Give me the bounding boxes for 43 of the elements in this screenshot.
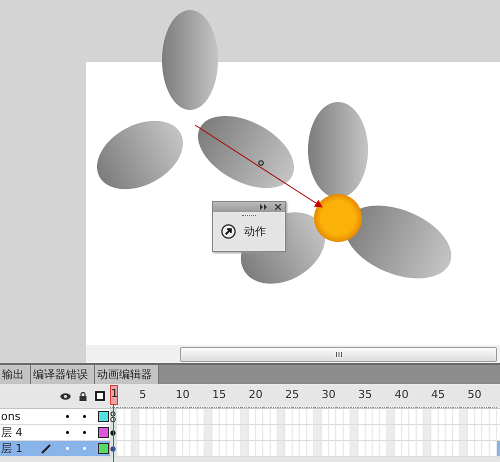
frame-number: 20	[248, 388, 263, 401]
frame-number: 35	[358, 388, 372, 401]
eye-icon[interactable]	[60, 392, 71, 400]
layer-row[interactable]: 层 4	[0, 425, 500, 441]
panel-tab[interactable]: 编译器错误	[31, 365, 95, 384]
layer-color-swatch[interactable]	[98, 411, 109, 422]
frame-number: 15	[212, 388, 226, 401]
frame-number: 40	[394, 388, 409, 401]
panel-tab[interactable]: 动画编辑器	[95, 365, 159, 384]
layer-name: 层 1	[1, 441, 24, 456]
layer-color-swatch[interactable]	[98, 427, 109, 438]
grip-icon[interactable]	[242, 215, 256, 218]
visibility-dot[interactable]	[66, 431, 69, 434]
frame-number: 45	[431, 388, 446, 401]
visibility-dot[interactable]	[66, 447, 69, 450]
frame-number: 5	[139, 388, 146, 401]
frame-number: 25	[285, 388, 300, 401]
actions-button[interactable]: 动作	[213, 220, 285, 243]
lock-dot[interactable]	[83, 447, 86, 450]
expand-icon[interactable]	[260, 204, 268, 210]
panel-tab[interactable]: 输出	[0, 365, 31, 384]
layer-color-swatch[interactable]	[98, 443, 109, 454]
grip-icon	[336, 352, 342, 356]
layer-row[interactable]: ons	[0, 409, 500, 425]
playhead-line	[113, 404, 114, 462]
layer-name: 层 4	[1, 425, 24, 440]
pencil-icon	[41, 443, 52, 454]
flower-center	[314, 194, 362, 242]
lock-dot[interactable]	[83, 431, 86, 434]
outline-icon[interactable]	[95, 391, 105, 401]
frame-number: 30	[322, 388, 336, 401]
layer-row[interactable]: 层 1	[0, 441, 500, 457]
frame-number: 10	[176, 388, 190, 401]
lock-dot[interactable]	[83, 415, 86, 418]
lock-icon[interactable]	[79, 392, 87, 400]
layer-name: ons	[1, 410, 22, 423]
visibility-dot[interactable]	[66, 415, 69, 418]
frame-number: 50	[468, 388, 482, 401]
horizontal-scrollbar[interactable]	[180, 346, 497, 362]
close-icon[interactable]	[275, 204, 281, 210]
playhead[interactable]: 1	[110, 385, 118, 405]
registration-point	[258, 160, 264, 166]
arrow-circle-icon	[221, 224, 236, 239]
